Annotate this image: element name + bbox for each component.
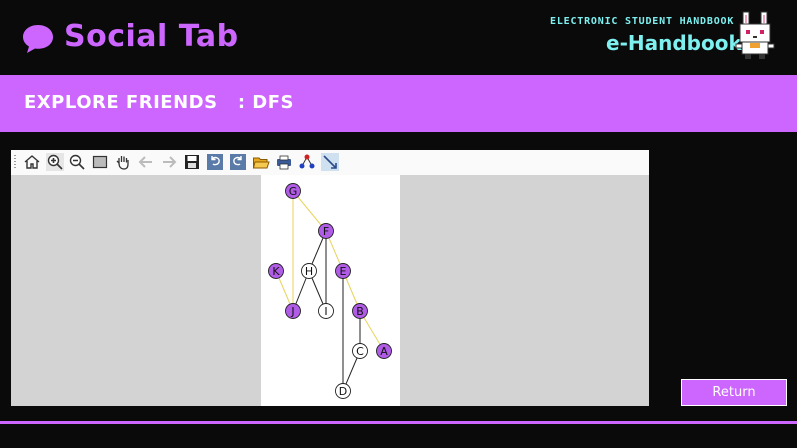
graph-node-C: C [352,343,368,359]
node-label-E: E [340,265,347,278]
handbook-title: e-Handbook [606,31,742,55]
node-label-K: K [272,265,280,278]
page-title: Social Tab [64,19,239,54]
graph-canvas: G F K H E J I B A C D [11,175,649,406]
handbook-subtitle: ELECTRONIC STUDENT HANDBOOK [550,16,735,27]
dfs-graph: G F K H E J I B A C D [261,175,400,406]
graph-node-I: I [318,303,334,319]
graph-node-D: D [335,383,351,399]
node-label-C: C [356,345,364,358]
redo-icon[interactable] [229,153,247,171]
graph-node-A: A [376,343,392,359]
node-label-F: F [323,225,329,238]
pan-hand-icon[interactable] [114,153,132,171]
save-icon[interactable] [183,153,201,171]
home-icon[interactable] [23,153,41,171]
toolbar-grip[interactable] [14,155,16,170]
plot-toolbar [11,150,649,176]
undo-icon[interactable] [206,153,224,171]
graph-node-J: J [285,303,301,319]
node-label-A: A [380,345,388,358]
open-folder-icon[interactable] [252,153,270,171]
graph-node-B: B [352,303,368,319]
node-label-D: D [339,385,347,398]
return-button[interactable]: Return [681,379,787,406]
print-icon[interactable] [275,153,293,171]
footer-divider [0,421,797,424]
graph-plot-area [261,175,400,406]
header: Social Tab ELECTRONIC STUDENT HANDBOOK e… [0,0,797,75]
banner-title: EXPLORE FRIENDS : DFS [24,92,295,113]
graph-node-H: H [301,263,317,279]
zoom-in-icon[interactable] [46,153,64,171]
graph-node-E: E [335,263,351,279]
chat-bubble-icon [23,25,53,53]
rect-select-icon[interactable] [91,153,109,171]
section-banner: EXPLORE FRIENDS : DFS [0,75,797,132]
graph-layout-icon[interactable] [298,153,316,171]
node-label-I: I [324,305,327,318]
bunny-mascot-icon [735,11,775,59]
graph-node-G: G [285,183,301,199]
plot-window: G F K H E J I B A C D [11,150,649,406]
forward-arrow-icon[interactable] [160,153,178,171]
back-arrow-icon[interactable] [137,153,155,171]
fit-diagonal-icon[interactable] [321,153,339,171]
node-label-B: B [356,305,364,318]
node-label-J: J [290,305,294,318]
node-label-G: G [289,185,298,198]
graph-node-F: F [318,223,334,239]
node-label-H: H [305,265,313,278]
graph-node-K: K [268,263,284,279]
zoom-out-icon[interactable] [68,153,86,171]
